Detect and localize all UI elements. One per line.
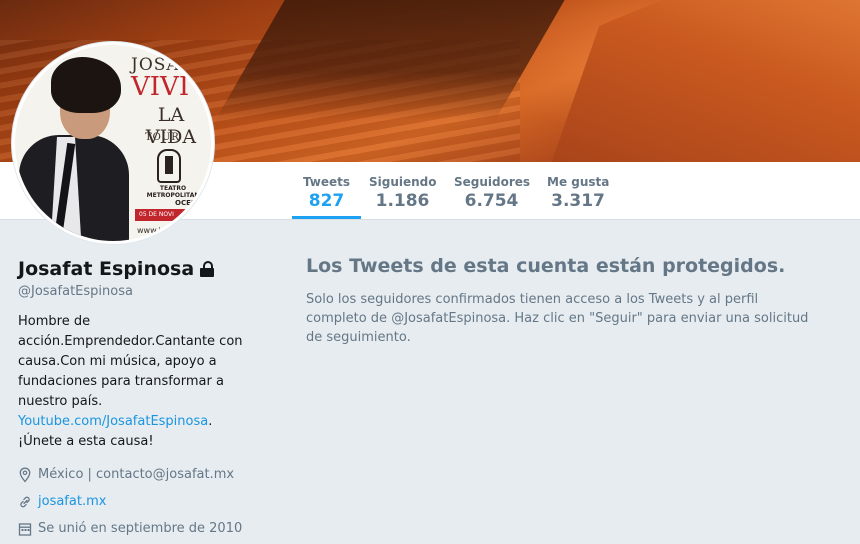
- nav-me-gusta-count: 3.317: [551, 191, 605, 211]
- profile-location-row: México | contacto@josafat.mx: [18, 465, 268, 485]
- profile-name[interactable]: Josafat Espinosa: [18, 256, 194, 282]
- profile-name-row: Josafat Espinosa: [18, 256, 268, 282]
- bio-tail: ¡Únete a esta causa!: [18, 434, 154, 449]
- lock-icon: [200, 261, 215, 277]
- poster-venue: TEATRO METROPOLITAN: [146, 185, 200, 199]
- active-tab-indicator: [292, 216, 361, 219]
- poster-date: 05 DE NOVI: [135, 209, 211, 221]
- nav-me-gusta-label: Me gusta: [547, 175, 610, 189]
- avatar-person-hair: [51, 57, 121, 113]
- poster-emblem-icon: [157, 149, 181, 183]
- nav-seguidores-count: 6.754: [464, 191, 519, 211]
- profile-url[interactable]: josafat.mx: [38, 492, 106, 512]
- poster-web: www.jo: [137, 226, 166, 235]
- profile-location: México | contacto@josafat.mx: [38, 467, 235, 482]
- banner-mesa: [548, 0, 860, 162]
- protected-title: Los Tweets de esta cuenta están protegid…: [306, 255, 786, 277]
- nav-seguidores-label: Seguidores: [454, 175, 531, 189]
- location-pin-icon: [18, 467, 32, 483]
- nav-tweets[interactable]: Tweets 827: [292, 162, 361, 219]
- lock-body: [200, 268, 215, 277]
- poster-tour: TOUR: [145, 132, 180, 143]
- profile-joined: Se unió en septiembre de 2010: [38, 521, 243, 536]
- poster-promoter: OCESA: [175, 199, 202, 207]
- profile-bio: Hombre de acción.Emprendedor.Cantante co…: [18, 312, 268, 452]
- nav-tweets-count: 827: [308, 191, 345, 211]
- profile-avatar[interactable]: JOSA VIVI LA VIDA TOUR TEATRO METROPOLIT…: [12, 42, 214, 244]
- protected-notice: Los Tweets de esta cuenta están protegid…: [306, 254, 826, 347]
- profile-sidebar: Josafat Espinosa @JosafatEspinosa Hombre…: [18, 256, 268, 539]
- profile-handle[interactable]: @JosafatEspinosa: [18, 284, 268, 300]
- profile-joined-row: Se unió en septiembre de 2010: [18, 519, 268, 539]
- avatar-tour-poster: JOSA VIVI LA VIDA TOUR TEATRO METROPOLIT…: [127, 45, 211, 241]
- nav-siguiendo-count: 1.186: [375, 191, 430, 211]
- link-icon: [18, 494, 32, 510]
- nav-siguiendo-label: Siguiendo: [369, 175, 437, 189]
- nav-seguidores[interactable]: Seguidores 6.754: [454, 162, 531, 219]
- nav-siguiendo[interactable]: Siguiendo 1.186: [369, 162, 437, 219]
- protected-body: Solo los seguidores confirmados tienen a…: [306, 292, 809, 345]
- poster-vivi: VIVI: [131, 72, 190, 102]
- bio-youtube-link[interactable]: Youtube.com/JosafatEspinosa: [18, 414, 208, 429]
- nav-me-gusta[interactable]: Me gusta 3.317: [547, 162, 609, 219]
- bio-after-link: .: [208, 414, 213, 429]
- profile-url-row: josafat.mx: [18, 492, 268, 512]
- bio-text: Hombre de acción.Emprendedor.Cantante co…: [18, 314, 243, 409]
- calendar-icon: [18, 521, 32, 537]
- avatar-photo: JOSA VIVI LA VIDA TOUR TEATRO METROPOLIT…: [15, 45, 211, 241]
- nav-tweets-label: Tweets: [302, 175, 351, 189]
